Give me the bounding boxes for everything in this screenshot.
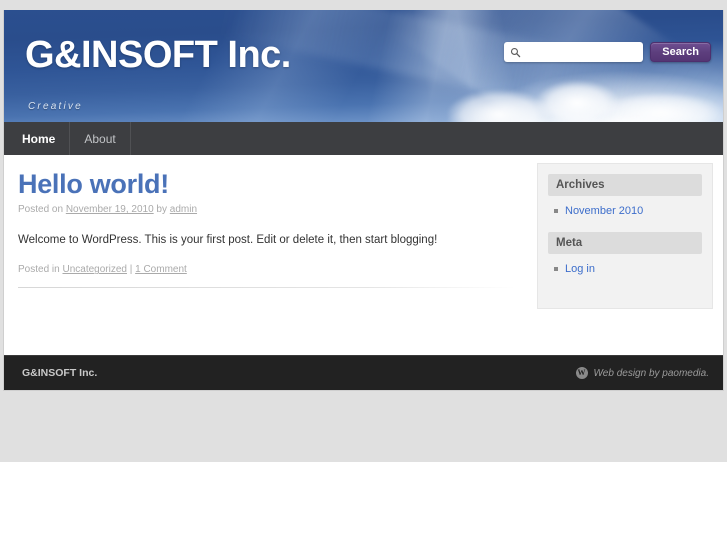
- post-article: Hello world! Posted on November 19, 2010…: [4, 170, 529, 289]
- list-item: November 2010: [554, 204, 702, 218]
- widget-title-meta: Meta: [548, 232, 702, 254]
- post-footer-meta: Posted in Uncategorized | 1 Comment: [18, 264, 515, 275]
- post-body: Welcome to WordPress. This is your first…: [18, 234, 438, 247]
- site-description: Creative: [28, 101, 83, 112]
- post-meta: Posted on November 19, 2010 by admin: [18, 202, 529, 218]
- widget-list-meta: Log in: [548, 262, 702, 276]
- site-header: G&INSOFT Inc. Creative Search: [4, 10, 723, 122]
- meta-separator: |: [126, 264, 136, 276]
- widget-archives: Archives November 2010: [548, 174, 702, 218]
- footer-credit: W Web design by paomedia.: [575, 367, 709, 379]
- sidebar-panel: Archives November 2010 Meta Log in: [537, 163, 713, 309]
- browser-viewport: G&INSOFT Inc. Creative Search Home About: [0, 0, 727, 545]
- nav-item-about[interactable]: About: [70, 122, 131, 155]
- search-button[interactable]: Search: [650, 42, 711, 62]
- site-container: G&INSOFT Inc. Creative Search Home About: [3, 10, 724, 391]
- main-region: Hello world! Posted on November 19, 2010…: [4, 155, 723, 355]
- search-input[interactable]: [521, 44, 638, 60]
- post-meta-prefix: Posted on: [18, 204, 66, 216]
- search-icon: [511, 47, 521, 57]
- content-column: Hello world! Posted on November 19, 2010…: [4, 155, 529, 355]
- search-form: Search: [504, 42, 711, 62]
- post-category-link[interactable]: Uncategorized: [62, 264, 126, 275]
- sidebar: Archives November 2010 Meta Log in: [529, 155, 723, 355]
- posted-in-prefix: Posted in: [18, 264, 63, 276]
- wordpress-icon: W: [575, 367, 588, 379]
- site-title[interactable]: G&INSOFT Inc.: [25, 36, 291, 74]
- cloud-bank-icon: [433, 64, 723, 122]
- footer-site-name[interactable]: G&INSOFT Inc.: [22, 367, 97, 379]
- post-comments-link[interactable]: 1 Comment: [135, 264, 187, 275]
- site-footer: G&INSOFT Inc. W Web design by paomedia.: [4, 355, 723, 390]
- post-date-link[interactable]: November 19, 2010: [66, 204, 154, 215]
- post-author-link[interactable]: admin: [170, 204, 197, 215]
- widget-title-archives: Archives: [548, 174, 702, 196]
- footer-credit-text[interactable]: Web design by paomedia.: [594, 368, 709, 379]
- archives-link-november-2010[interactable]: November 2010: [565, 205, 643, 217]
- post-title[interactable]: Hello world!: [18, 170, 529, 199]
- search-field[interactable]: [504, 42, 644, 62]
- widget-list-archives: November 2010: [548, 204, 702, 218]
- post-meta-by: by: [153, 204, 170, 216]
- list-item: Log in: [554, 262, 702, 276]
- primary-navigation: Home About: [4, 122, 723, 155]
- meta-link-log-in[interactable]: Log in: [565, 263, 595, 275]
- widget-meta: Meta Log in: [548, 232, 702, 276]
- nav-item-home[interactable]: Home: [4, 122, 71, 155]
